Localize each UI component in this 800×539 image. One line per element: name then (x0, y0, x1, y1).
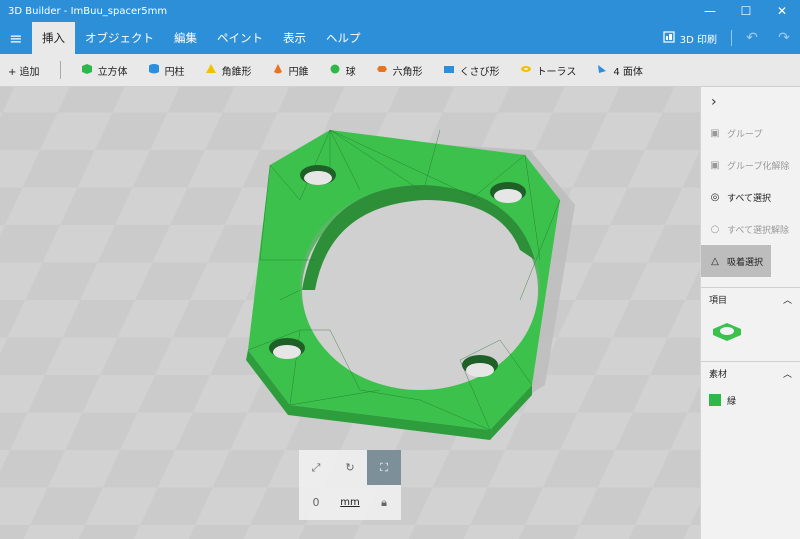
cone-icon (272, 63, 284, 78)
redo-icon[interactable]: ↷ (768, 22, 800, 54)
close-button[interactable]: ✕ (764, 0, 800, 22)
transform-controls: ⤢ ↻ ⛶ 0 mm 🔒︎ (299, 450, 401, 520)
title-bar: 3D Builder - ImBuu_spacer5mm — ☐ ✕ (0, 0, 800, 22)
add-button[interactable]: + 追加 (8, 63, 40, 78)
spacer-model[interactable] (246, 129, 561, 440)
shape-tetrahedron-label: 4 面体 (613, 66, 643, 78)
chevron-up-icon: ︿ (782, 370, 792, 380)
material-section-header[interactable]: 素材 ︿ (701, 361, 800, 385)
window-title: 3D Builder - ImBuu_spacer5mm (8, 5, 168, 17)
cylinder-icon (148, 63, 160, 78)
tab-object[interactable]: オブジェクト (75, 22, 164, 54)
shape-sphere-label: 球 (345, 66, 356, 78)
3d-print-label: 3D 印刷 (679, 34, 717, 46)
sphere-icon (329, 63, 341, 78)
material-swatch (709, 394, 721, 406)
shape-torus-button[interactable]: トーラス (520, 63, 577, 78)
undo-icon[interactable]: ↶ (736, 22, 768, 54)
printer-icon (663, 30, 675, 46)
torus-icon (520, 63, 532, 78)
lock-icon[interactable]: 🔒︎ (367, 485, 401, 520)
scale-value[interactable]: 0 (299, 485, 333, 520)
shape-pyramid-button[interactable]: 角錐形 (205, 63, 252, 78)
shape-hexagon-button[interactable]: 六角形 (376, 63, 423, 78)
shape-hexagon-label: 六角形 (392, 66, 423, 78)
scale-tool-icon[interactable]: ⛶ (367, 450, 401, 485)
hexagon-icon (376, 63, 388, 78)
shape-sphere-button[interactable]: 球 (329, 63, 356, 78)
rotate-tool-icon[interactable]: ↻ (333, 450, 367, 485)
unit-selector[interactable]: mm (333, 485, 367, 520)
ungroup-button[interactable]: ▣ グループ化解除 (701, 149, 800, 181)
move-tool-icon[interactable]: ⤢ (299, 450, 333, 485)
ungroup-icon: ▣ (710, 159, 720, 171)
tab-help[interactable]: ヘルプ (316, 22, 371, 54)
ribbon: ≡ 挿入 オブジェクト 編集 ペイント 表示 ヘルプ 3D 印刷 ↶ ↷ (0, 22, 800, 54)
shape-torus-label: トーラス (536, 66, 577, 78)
menu-hamburger-icon[interactable]: ≡ (0, 22, 32, 54)
pyramid-icon (205, 63, 217, 78)
deselect-all-icon: ○ (710, 223, 720, 235)
item-thumbnail[interactable] (701, 311, 800, 351)
panel-collapse-icon[interactable]: › (701, 87, 800, 117)
shape-cylinder-button[interactable]: 円柱 (148, 63, 185, 78)
tetrahedron-icon (596, 63, 608, 78)
shape-wedge-label: くさび形 (459, 66, 500, 78)
group-icon: ▣ (710, 127, 720, 139)
tab-view[interactable]: 表示 (273, 22, 316, 54)
lasso-select-button[interactable]: △ 吸着選択 (701, 245, 771, 277)
cube-icon (81, 63, 93, 78)
deselect-all-button[interactable]: ○ すべて選択解除 (701, 213, 800, 245)
insert-toolbar: + 追加 立方体 円柱 角錐形 円錐 球 六角形 くさび形 トーラス 4 面体 (0, 54, 800, 87)
3d-print-button[interactable]: 3D 印刷 (653, 22, 727, 54)
tab-paint[interactable]: ペイント (207, 22, 273, 54)
shape-cone-button[interactable]: 円錐 (272, 63, 309, 78)
tab-edit[interactable]: 編集 (164, 22, 207, 54)
side-panel: › ▣ グループ ▣ グループ化解除 ◎ すべて選択 ○ すべて選択解除 △ 吸… (700, 87, 800, 539)
tab-insert[interactable]: 挿入 (32, 22, 75, 54)
shape-tetrahedron-button[interactable]: 4 面体 (596, 63, 643, 78)
shape-cube-label: 立方体 (97, 66, 128, 78)
group-button[interactable]: ▣ グループ (701, 117, 800, 149)
add-label: + 追加 (8, 66, 40, 78)
material-green[interactable]: 緑 (701, 385, 800, 415)
shape-cylinder-label: 円柱 (164, 66, 185, 78)
minimize-button[interactable]: — (692, 0, 728, 22)
lasso-select-icon: △ (711, 255, 719, 267)
wedge-icon (443, 63, 455, 78)
maximize-button[interactable]: ☐ (728, 0, 764, 22)
ribbon-divider (731, 30, 732, 46)
select-all-button[interactable]: ◎ すべて選択 (701, 181, 800, 213)
shape-pyramid-label: 角錐形 (221, 66, 252, 78)
chevron-up-icon: ︿ (782, 296, 792, 306)
shape-wedge-button[interactable]: くさび形 (443, 63, 500, 78)
select-all-icon: ◎ (710, 191, 720, 203)
shape-cube-button[interactable]: 立方体 (81, 63, 128, 78)
items-section-header[interactable]: 項目 ︿ (701, 287, 800, 311)
shape-cone-label: 円錐 (288, 66, 309, 78)
toolbar-divider (59, 61, 61, 79)
3d-viewport[interactable]: 0 m ⤢ ↻ ⛶ (0, 87, 700, 539)
